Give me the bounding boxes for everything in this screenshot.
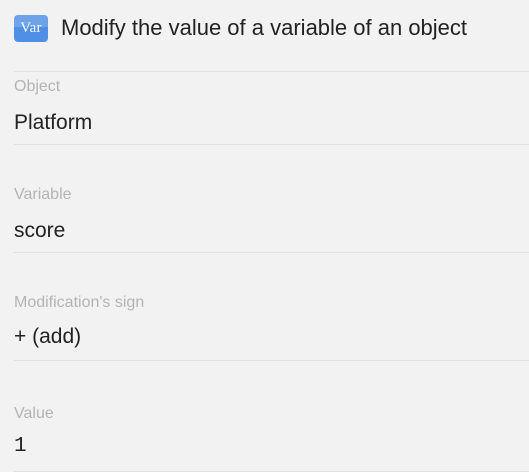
variable-field-value[interactable]: score <box>14 219 529 243</box>
object-field-value[interactable]: Platform <box>14 111 529 135</box>
variable-field-label: Variable <box>14 186 72 203</box>
variable-field[interactable]: Variable score <box>14 186 529 253</box>
object-field[interactable]: Object Platform <box>14 78 529 145</box>
action-title: Modify the value of a variable of an obj… <box>61 15 468 40</box>
value-field-input[interactable]: 1 <box>14 435 529 459</box>
modification-sign-label: Modification's sign <box>14 294 145 311</box>
modification-sign-field[interactable]: Modification's sign + (add) <box>14 294 529 361</box>
header-divider <box>14 71 529 72</box>
action-header: Var Modify the value of a variable of an… <box>14 12 467 44</box>
value-field-label: Value <box>14 405 54 422</box>
object-field-underline <box>14 144 529 145</box>
value-field[interactable]: Value 1 <box>14 405 529 472</box>
modification-sign-value[interactable]: + (add) <box>14 325 529 349</box>
variable-field-underline <box>14 252 529 253</box>
modification-sign-underline <box>14 360 529 361</box>
variable-icon-text: Var <box>20 19 42 36</box>
variable-icon: Var <box>14 14 48 42</box>
object-field-label: Object <box>14 78 61 95</box>
